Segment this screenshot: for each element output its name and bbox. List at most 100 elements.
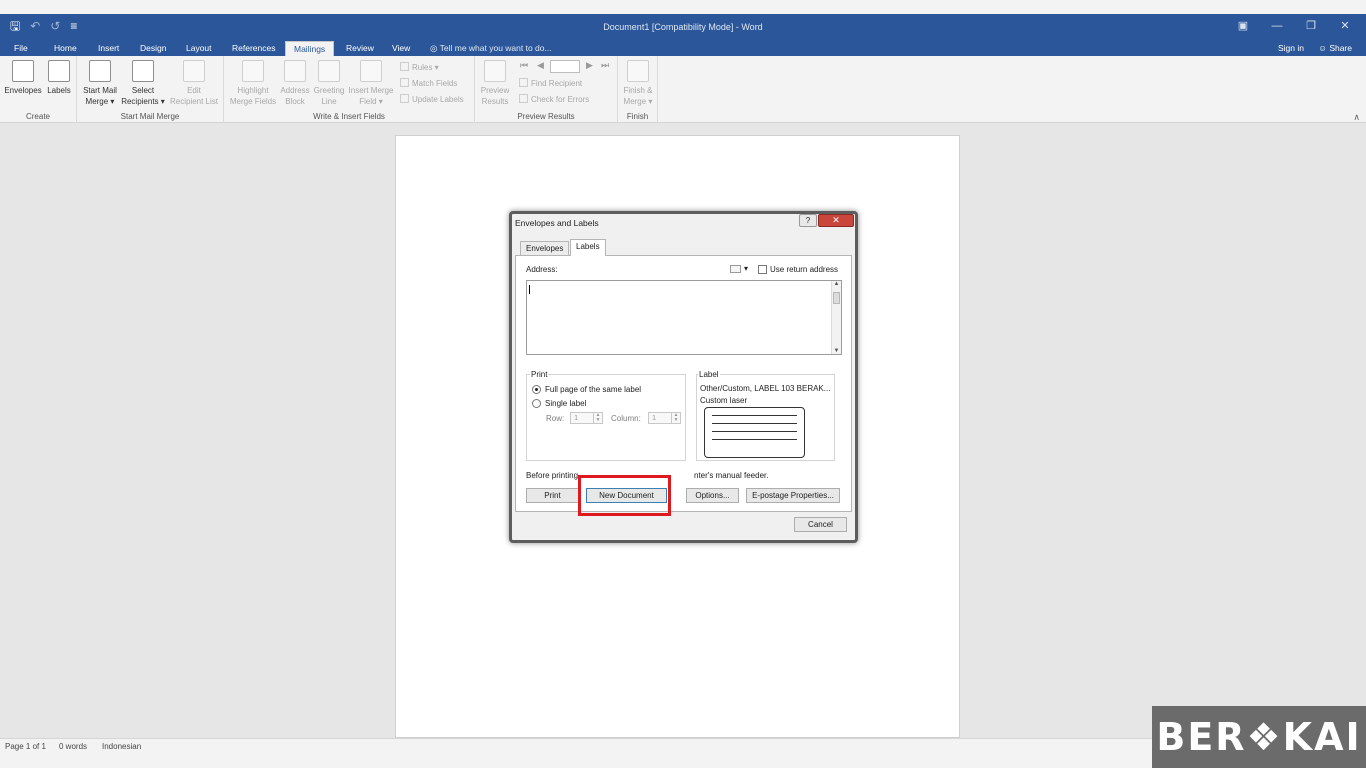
epostage-properties-button[interactable]: E-postage Properties... xyxy=(746,488,840,503)
full-page-radio[interactable] xyxy=(532,385,541,394)
scroll-up-icon[interactable]: ▲ xyxy=(832,281,841,287)
text-caret xyxy=(529,285,530,294)
print-button[interactable]: Print xyxy=(526,488,579,503)
last-record-icon[interactable]: ⏭ xyxy=(601,60,609,71)
check-errors-button[interactable]: Check for Errors xyxy=(519,94,589,105)
word-count[interactable]: 0 words xyxy=(59,742,87,751)
address-scrollbar[interactable]: ▲ ▼ xyxy=(831,281,841,354)
next-record-icon[interactable]: ▶ xyxy=(586,60,593,71)
options-button[interactable]: Options... xyxy=(686,488,739,503)
scroll-down-icon[interactable]: ▼ xyxy=(832,348,841,354)
labels-button[interactable]: Labels xyxy=(45,60,73,96)
label-type[interactable]: Custom laser xyxy=(700,396,747,405)
label-name[interactable]: Other/Custom, LABEL 103 BERAK... xyxy=(700,384,830,393)
label-group-label: Label xyxy=(698,370,720,379)
envelope-icon xyxy=(12,60,34,82)
preview-line xyxy=(712,415,797,416)
tab-references[interactable]: References xyxy=(230,41,277,56)
group-finish: Finish & Merge ▾ Finish xyxy=(618,56,658,123)
lightbulb-icon: ◎ xyxy=(430,43,440,53)
column-spinner[interactable]: 1 ▲ ▼ xyxy=(648,412,681,424)
match-fields-button[interactable]: Match Fields xyxy=(400,78,457,89)
window-controls: ▣ — ❐ ✕ xyxy=(1228,17,1360,35)
recipients-icon xyxy=(132,60,154,82)
first-record-icon[interactable]: ⏮ xyxy=(520,60,528,71)
address-block-button[interactable]: Address Block xyxy=(278,60,312,107)
help-button[interactable]: ? xyxy=(799,214,817,227)
minimize-icon[interactable]: — xyxy=(1262,17,1292,35)
row-spinner[interactable]: 1 ▲ ▼ xyxy=(570,412,603,424)
highlight-annotation-box xyxy=(578,475,671,516)
group-label-start-mail-merge: Start Mail Merge xyxy=(120,112,180,121)
language-indicator[interactable]: Indonesian xyxy=(102,742,141,751)
address-textarea[interactable]: ▲ ▼ xyxy=(526,280,842,355)
group-preview-results: Preview Results Find Recipient Check for… xyxy=(475,56,618,123)
labels-icon xyxy=(48,60,70,82)
highlight-icon xyxy=(242,60,264,82)
start-mail-merge-button[interactable]: Start Mail Merge ▾ xyxy=(79,60,121,107)
tab-labels[interactable]: Labels xyxy=(570,239,606,256)
window-title: Document1 [Compatibility Mode] - Word xyxy=(603,22,763,32)
group-label-finish: Finish xyxy=(626,112,649,121)
edit-list-icon xyxy=(183,60,205,82)
label-preview-image[interactable] xyxy=(704,407,805,458)
sign-in-link[interactable]: Sign in xyxy=(1278,41,1304,56)
single-label-radio[interactable] xyxy=(532,399,541,408)
tab-review[interactable]: Review xyxy=(344,41,376,56)
tab-insert[interactable]: Insert xyxy=(96,41,121,56)
preview-results-button[interactable]: Preview Results xyxy=(477,60,513,107)
ribbon-display-icon[interactable]: ▣ xyxy=(1228,17,1258,35)
column-label: Column: xyxy=(611,414,641,423)
preview-icon xyxy=(484,60,506,82)
restore-icon[interactable]: ❐ xyxy=(1296,17,1326,35)
rules-icon xyxy=(400,62,409,71)
note-text-right: nter's manual feeder. xyxy=(694,471,769,480)
scroll-thumb[interactable] xyxy=(833,292,840,304)
column-spin-arrows[interactable]: ▲ ▼ xyxy=(671,413,680,423)
record-number-input[interactable] xyxy=(550,60,580,73)
edit-recipient-list-button[interactable]: Edit Recipient List xyxy=(167,60,221,107)
highlight-merge-fields-button[interactable]: Highlight Merge Fields xyxy=(226,60,280,107)
tab-envelopes[interactable]: Envelopes xyxy=(520,241,570,256)
select-recipients-button[interactable]: Select Recipients ▾ xyxy=(119,60,167,107)
close-icon[interactable]: ✕ xyxy=(1330,17,1360,35)
group-label-write-insert: Write & Insert Fields xyxy=(313,112,385,121)
update-labels-icon xyxy=(400,94,409,103)
address-book-icon[interactable] xyxy=(730,265,741,273)
tell-me-box[interactable]: ◎ Tell me what you want to do... xyxy=(430,41,552,56)
rules-button[interactable]: Rules ▾ xyxy=(400,62,439,73)
envelopes-button[interactable]: Envelopes xyxy=(4,60,42,96)
find-recipient-button[interactable]: Find Recipient xyxy=(519,78,582,89)
previous-record-icon[interactable]: ◀ xyxy=(537,60,544,71)
group-create: Envelopes Labels Create xyxy=(0,56,77,123)
share-button[interactable]: ☺ Share xyxy=(1318,41,1352,56)
insert-field-icon xyxy=(360,60,382,82)
tab-mailings[interactable]: Mailings xyxy=(285,41,335,56)
use-return-address-checkbox[interactable] xyxy=(758,265,767,274)
ribbon-tabs: File Home Insert Design Layout Reference… xyxy=(0,39,1366,56)
labels-panel: Address: ▾ Use return address ▲ ▼ Print … xyxy=(515,255,852,512)
greeting-icon xyxy=(318,60,340,82)
row-spin-arrows[interactable]: ▲ ▼ xyxy=(593,413,602,423)
page-count[interactable]: Page 1 of 1 xyxy=(5,742,46,751)
update-labels-button[interactable]: Update Labels xyxy=(400,94,464,105)
finish-merge-button[interactable]: Finish & Merge ▾ xyxy=(619,60,657,107)
dialog-close-button[interactable]: ✕ xyxy=(818,214,854,227)
title-bar: 🖫 ↶ ↺ ≡ Document1 [Compatibility Mode] -… xyxy=(0,14,1366,39)
tab-view[interactable]: View xyxy=(390,41,412,56)
tab-file[interactable]: File xyxy=(12,41,30,56)
tab-design[interactable]: Design xyxy=(138,41,168,56)
tab-home[interactable]: Home xyxy=(52,41,79,56)
cancel-button[interactable]: Cancel xyxy=(794,517,847,532)
group-write-insert-fields: Highlight Merge Fields Address Block Gre… xyxy=(224,56,475,123)
address-dropdown-arrow[interactable]: ▾ xyxy=(744,264,748,273)
greeting-line-button[interactable]: Greeting Line xyxy=(312,60,346,107)
finish-merge-icon xyxy=(627,60,649,82)
collapse-ribbon-icon[interactable]: ∧ xyxy=(1353,112,1360,123)
insert-merge-field-button[interactable]: Insert Merge Field ▾ xyxy=(346,60,396,107)
preview-line xyxy=(712,431,797,432)
print-group-label: Print xyxy=(530,370,549,379)
ribbon: Envelopes Labels Create Start Mail Merge… xyxy=(0,56,1366,123)
watermark-logo: BER❖KAI xyxy=(1152,706,1366,768)
tab-layout[interactable]: Layout xyxy=(184,41,214,56)
